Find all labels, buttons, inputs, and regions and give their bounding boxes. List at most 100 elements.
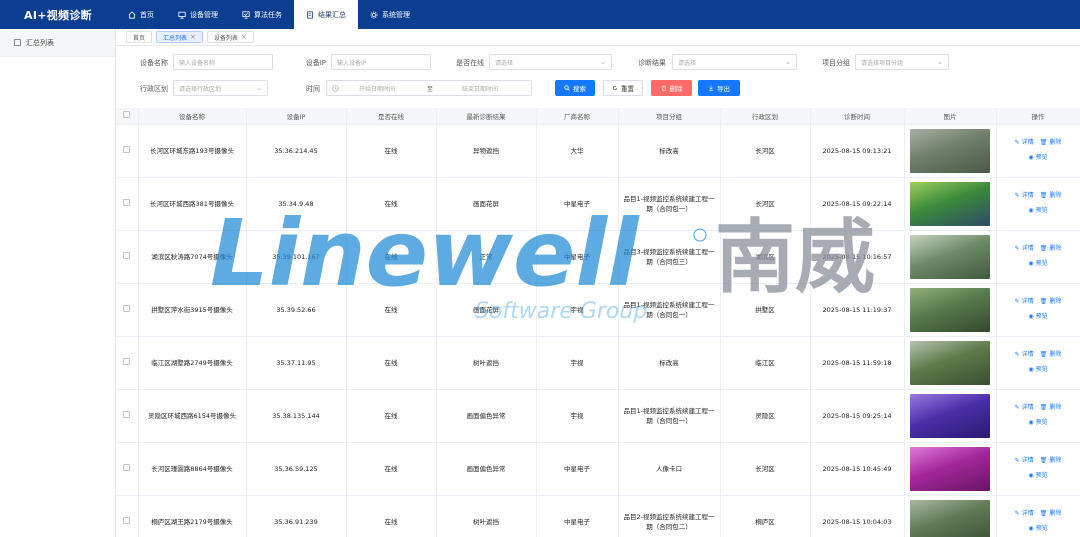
detail-link[interactable]: ✎ 详情 — [1015, 456, 1034, 466]
row-checkbox[interactable] — [123, 145, 131, 153]
detail-link[interactable]: ✎ 详情 — [1015, 297, 1034, 307]
topnav-result[interactable]: 结果汇总 — [294, 0, 358, 29]
export-button-label: 导出 — [717, 85, 730, 93]
camera-snapshot[interactable] — [910, 393, 990, 438]
trash-icon: 🗑 — [1039, 404, 1048, 411]
group-select[interactable]: 请选择项目分组 ⌄ — [855, 54, 949, 70]
row-delete-link[interactable]: 🗑 删除 — [1040, 297, 1062, 307]
preview-link[interactable]: ◉ 预览 — [1028, 471, 1047, 481]
detail-link[interactable]: ✎ 详情 — [1015, 350, 1034, 360]
row-delete-label: 删除 — [1049, 404, 1062, 411]
time-range-input[interactable]: 开始日期时间 至 结束日期时间 — [326, 80, 532, 96]
preview-link[interactable]: ◉ 预览 — [1028, 524, 1047, 534]
row-checkbox[interactable] — [123, 198, 131, 206]
camera-snapshot[interactable] — [910, 446, 990, 491]
cell-region: 长河区 — [720, 442, 811, 496]
sidebar-item-summary[interactable]: 汇总列表 — [0, 29, 115, 57]
table-header-row: 设备名称 设备IP 是否在线 最新诊断结果 厂商名称 项目分组 行政区划 诊断时… — [116, 108, 1080, 125]
refresh-icon — [612, 85, 618, 91]
topnav-task[interactable]: 算法任务 — [230, 0, 294, 29]
row-delete-link[interactable]: 🗑 删除 — [1040, 138, 1062, 148]
detail-link[interactable]: ✎ 详情 — [1015, 138, 1034, 148]
cell-time: 2025-08-15 09:13:21 — [810, 124, 905, 178]
close-icon[interactable]: × — [241, 33, 247, 41]
tab-summary-label: 汇总列表 — [163, 34, 188, 42]
camera-snapshot[interactable] — [910, 340, 990, 385]
cell-group: 品目3-视频监控系统续建工程一期（合同包三） — [618, 230, 721, 284]
cell-image — [904, 336, 997, 390]
cell-device-name: 灵隐区环城西路6154号摄像头 — [138, 389, 247, 443]
cell-vendor: 中星电子 — [536, 230, 619, 284]
row-checkbox[interactable] — [123, 410, 131, 418]
topnav-home[interactable]: 首页 — [116, 0, 166, 29]
camera-snapshot[interactable] — [910, 181, 990, 226]
app-title: AI+视频诊断 — [24, 8, 92, 22]
preview-link[interactable]: ◉ 预览 — [1028, 206, 1047, 216]
top-nav: 首页 设备管理 算法任务 结果汇总 系统管理 — [116, 0, 422, 29]
row-checkbox[interactable] — [123, 357, 131, 365]
row-delete-link[interactable]: 🗑 删除 — [1040, 244, 1062, 254]
tab-home-label: 首页 — [133, 34, 146, 42]
camera-snapshot[interactable] — [910, 234, 990, 279]
col-time: 诊断时间 — [810, 108, 905, 125]
cell-device-name: 长河区环城东路193号摄像头 — [138, 124, 247, 178]
camera-snapshot[interactable] — [910, 499, 990, 537]
tab-device-list[interactable]: 设备列表 × — [206, 31, 254, 43]
preview-link[interactable]: ◉ 预览 — [1028, 418, 1047, 428]
camera-snapshot[interactable] — [910, 287, 990, 332]
device-ip-input[interactable]: 输入设备IP — [331, 54, 431, 70]
list-icon — [14, 39, 21, 46]
cell-vendor: 大华 — [536, 124, 619, 178]
search-button[interactable]: 搜索 — [555, 80, 595, 96]
edit-icon: ✎ — [1014, 457, 1020, 464]
cell-image — [904, 442, 997, 496]
edit-icon: ✎ — [1014, 245, 1020, 252]
camera-snapshot[interactable] — [910, 128, 990, 173]
preview-link[interactable]: ◉ 预览 — [1028, 153, 1047, 163]
tab-home[interactable]: 首页 — [126, 31, 153, 43]
cell-online: 在线 — [346, 495, 437, 537]
cell-group: 品目1-视频监控系统续建工程一期（合同包一） — [618, 177, 721, 231]
chevron-down-icon: ⌄ — [937, 58, 943, 66]
preview-label: 预览 — [1035, 207, 1048, 214]
preview-link[interactable]: ◉ 预览 — [1028, 312, 1047, 322]
row-delete-link[interactable]: 🗑 删除 — [1040, 191, 1062, 201]
row-checkbox[interactable] — [123, 516, 131, 524]
topnav-system[interactable]: 系统管理 — [358, 0, 422, 29]
tab-summary[interactable]: 汇总列表 × — [156, 31, 203, 43]
row-delete-link[interactable]: 🗑 删除 — [1040, 350, 1062, 360]
detail-link[interactable]: ✎ 详情 — [1015, 244, 1034, 254]
reset-button[interactable]: 重置 — [603, 80, 643, 96]
cell-vendor: 中星电子 — [536, 495, 619, 537]
tabs-bar: 首页 汇总列表 × 设备列表 × — [116, 29, 1080, 46]
region-select[interactable]: 请选择行政区划 ⌄ — [173, 80, 268, 96]
cell-actions: ✎ 详情 🗑 删除 ◉ 预览 — [996, 177, 1080, 231]
cell-online: 在线 — [346, 230, 437, 284]
topnav-device[interactable]: 设备管理 — [166, 0, 230, 29]
cell-device-ip: 35.37.11.95 — [246, 336, 347, 390]
row-checkbox[interactable] — [123, 304, 131, 312]
row-delete-link[interactable]: 🗑 删除 — [1040, 456, 1062, 466]
detail-link[interactable]: ✎ 详情 — [1015, 509, 1034, 519]
preview-label: 预览 — [1035, 154, 1048, 161]
result-select[interactable]: 请选择 ⌄ — [672, 54, 797, 70]
device-name-input[interactable]: 输入设备名称 — [173, 54, 273, 70]
edit-icon: ✎ — [1014, 139, 1020, 146]
detail-link[interactable]: ✎ 详情 — [1015, 403, 1034, 413]
table-row: 湖滨区秋涛路7074号摄像头 35.39.101.167 在线 正常 中星电子 品目3-视… — [116, 230, 1080, 284]
preview-link[interactable]: ◉ 预览 — [1028, 365, 1047, 375]
cell-device-ip: 35.39.52.66 — [246, 283, 347, 337]
row-checkbox[interactable] — [123, 463, 131, 471]
row-delete-link[interactable]: 🗑 删除 — [1040, 509, 1062, 519]
cell-actions: ✎ 详情 🗑 删除 ◉ 预览 — [996, 495, 1080, 537]
select-all-checkbox[interactable] — [123, 111, 131, 119]
export-button[interactable]: 导出 — [698, 80, 740, 96]
detail-link[interactable]: ✎ 详情 — [1015, 191, 1034, 201]
row-checkbox[interactable] — [123, 251, 131, 259]
delete-button[interactable]: 删除 — [651, 80, 692, 96]
col-online: 是否在线 — [346, 108, 437, 125]
online-select[interactable]: 请选择 ⌄ — [489, 54, 612, 70]
preview-link[interactable]: ◉ 预览 — [1028, 259, 1047, 269]
row-delete-link[interactable]: 🗑 删除 — [1040, 403, 1062, 413]
close-icon[interactable]: × — [190, 33, 196, 41]
